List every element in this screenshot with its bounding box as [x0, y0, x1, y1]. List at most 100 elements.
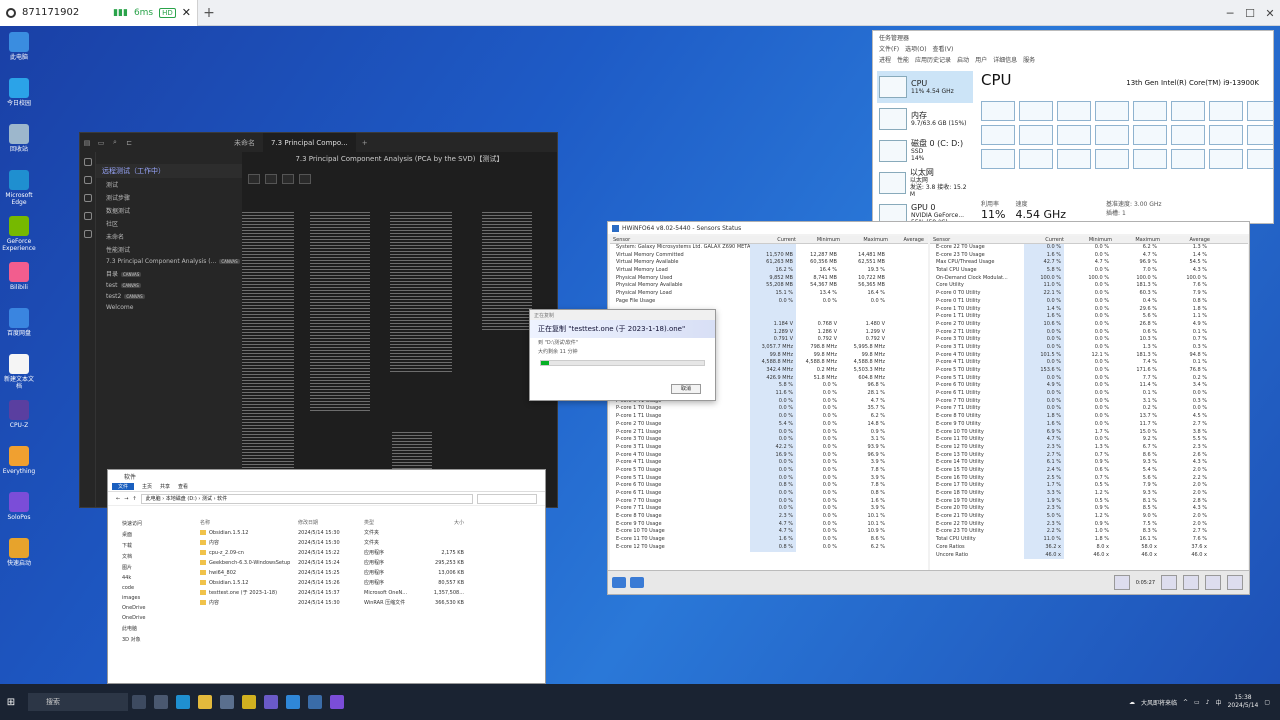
tab-untitled[interactable]: 未命名	[226, 133, 263, 152]
sensor-row[interactable]: Core Ratios 36.2 x 8.0 x 58.0 x 37.6 x	[930, 543, 1248, 552]
sensor-row[interactable]: P-core 6 T1 Utility 0.0 % 0.0 % 0.1 % 0.0 %	[930, 390, 1248, 398]
new-tab-icon[interactable]: +	[356, 139, 374, 147]
sensor-row[interactable]: E-core 10 T0 Usage 4.7 % 0.0 % 10.9 %	[610, 528, 928, 537]
files-icon[interactable]: ▭	[94, 139, 108, 147]
sensor-row[interactable]: E-core 11 T0 Usage 1.6 % 0.0 % 8.6 %	[610, 536, 928, 544]
bookmark-icon[interactable]: ⊏	[122, 139, 136, 147]
desktop-icon[interactable]: Microsoft Edge	[2, 170, 36, 206]
col-minimum[interactable]: Minimum	[796, 236, 840, 243]
resource-3[interactable]: 以太网 以太网 发送: 3.8 接收: 15.2 M	[877, 167, 973, 199]
palette-icon[interactable]	[265, 174, 277, 184]
file-row[interactable]: Obsidian.1.5.12 2024/5/14 15:26 应用程序 80,557…	[186, 578, 541, 588]
new-tab-button[interactable]: +	[198, 5, 220, 21]
tab-pca[interactable]: 7.3 Principal Compo...	[263, 133, 356, 152]
network-icon[interactable]	[1113, 575, 1130, 590]
menu-item[interactable]: 选项(O)	[905, 44, 926, 53]
media-icon[interactable]	[264, 695, 278, 709]
maximize-icon[interactable]: ☐	[1240, 7, 1260, 20]
sensor-pane-left[interactable]: Sensor Current Minimum Maximum Average Syste…	[610, 236, 928, 570]
desktop-icon[interactable]: Everything	[2, 446, 36, 475]
sensor-row[interactable]: P-core 2 T0 Usage 5.4 % 0.0 % 14.8 %	[610, 420, 928, 429]
trash-icon[interactable]	[248, 174, 260, 184]
col-type[interactable]: 类型	[364, 518, 422, 528]
hwinfo-icon[interactable]	[308, 695, 322, 709]
file-row[interactable]: 内容 2024/5/14 15:30 文件夹	[186, 538, 541, 548]
sensor-row[interactable]: P-core 0 T1 Utility 0.0 % 0.0 % 0.4 % 0.8 %	[930, 297, 1248, 306]
sensor-row[interactable]: On-Demand Clock Modulat... 100.0 % 100.0 %…	[930, 274, 1248, 283]
ribbon-tab[interactable]: 文件	[112, 483, 135, 490]
ribbon-tab[interactable]: 共享	[160, 483, 170, 490]
canvas-node[interactable]	[482, 212, 532, 332]
settings-icon[interactable]	[1183, 575, 1199, 590]
minimize-icon[interactable]: ─	[1220, 7, 1240, 20]
col-date[interactable]: 修改日期	[298, 518, 364, 528]
nav-item[interactable]: images	[108, 593, 182, 603]
edge-icon[interactable]	[176, 695, 190, 709]
sensor-row[interactable]: Virtual Memory Load 16.2 % 16.4 % 19.3 %	[610, 267, 928, 275]
sensor-row[interactable]: P-core 3 T1 Utility 0.0 % 0.0 % 1.3 % 0.3 %	[930, 343, 1248, 352]
sensor-row[interactable]: E-core 17 T0 Utility 1.7 % 0.5 % 7.9 % 2.0 %	[930, 482, 1248, 490]
sensor-row[interactable]: Physical Memory Used 9,852 MB 8,741 MB 10,7…	[610, 274, 928, 283]
nav-item[interactable]: 44k	[108, 573, 182, 583]
col-average[interactable]: Average	[888, 236, 924, 243]
tab-0[interactable]: 进程	[879, 55, 891, 64]
sensor-row[interactable]: E-core 20 T0 Utility 2.3 % 0.9 % 8.5 % 4.3 %	[930, 505, 1248, 514]
nav-item[interactable]: 此电脑	[108, 623, 182, 634]
expand-icon[interactable]	[612, 577, 626, 588]
tab-1[interactable]: 性能	[897, 55, 909, 64]
sensor-row[interactable]: P-core 6 T1 Usage 0.0 % 0.0 % 0.8 %	[610, 490, 928, 498]
sensor-row[interactable]: P-core 4 T0 Utility 101.5 % 12.1 % 181.3 % 9…	[930, 351, 1248, 360]
input-language[interactable]: 中	[1216, 698, 1222, 707]
close-tab-icon[interactable]: ✕	[182, 6, 191, 19]
sensor-row[interactable]: P-core 1 T1 Usage 0.0 % 0.0 % 6.2 %	[610, 413, 928, 421]
clock[interactable]: 15:38 2024/5/14	[1228, 694, 1259, 710]
notification-icon[interactable]: ▢	[1264, 699, 1270, 706]
sensor-row[interactable]: E-core 18 T0 Utility 3.3 % 1.2 % 9.3 % 2.0 %	[930, 490, 1248, 498]
edit-icon[interactable]	[299, 174, 311, 184]
sensor-row[interactable]: E-core 22 T0 Usage 0.0 % 0.0 % 6.2 % 1.3 %	[930, 244, 1248, 252]
sensor-row[interactable]: Uncore Ratio 46.0 x 46.0 x 46.0 x 46.0 x	[930, 551, 1248, 560]
volume-icon[interactable]: ♪	[1206, 699, 1210, 706]
sensor-row[interactable]: E-core 11 T0 Utility 4.7 % 0.0 % 9.2 % 5.5 %	[930, 436, 1248, 444]
resource-1[interactable]: 内存 9.7/63.6 GB (15%)	[877, 103, 973, 135]
desktop-icon[interactable]: 今日校园	[2, 78, 36, 107]
weather-icon[interactable]: ☁	[1129, 699, 1135, 706]
file-row[interactable]: testtest.one (于 2023-1-18) 2024/5/14 15:3…	[186, 588, 541, 598]
nav-item[interactable]: 下载	[108, 540, 182, 551]
desktop-icon[interactable]: SoloPos	[2, 492, 36, 521]
sensor-row[interactable]: P-core 3 T0 Utility 0.0 % 0.0 % 10.3 % 0.7 %	[930, 336, 1248, 344]
canvas-view[interactable]: 7.3 Principal Component Analysis (PCA by…	[242, 152, 557, 507]
sensor-row[interactable]: P-core 3 T0 Usage 0.0 % 0.0 % 3.1 %	[610, 436, 928, 444]
sensor-row[interactable]: E-core 15 T0 Utility 2.4 % 0.6 % 5.4 % 2.0 %	[930, 466, 1248, 475]
vault-name[interactable]: 远程测试（工作中）	[96, 164, 242, 178]
obsidian-icon[interactable]	[330, 695, 344, 709]
col-current[interactable]: Current	[1024, 236, 1064, 243]
sensor-row[interactable]: E-core 23 T0 Usage 1.6 % 0.0 % 4.7 % 1.4 %	[930, 251, 1248, 260]
sensor-row[interactable]: E-core 13 T0 Utility 2.7 % 0.7 % 8.6 % 2.6 %	[930, 451, 1248, 460]
desktop-icon[interactable]: CPU-Z	[2, 400, 36, 429]
sensor-row[interactable]: P-core 3 T1 Usage 42.2 % 0.0 % 93.9 %	[610, 443, 928, 452]
desktop-icon[interactable]: Bilibili	[2, 262, 36, 291]
sensor-pane-right[interactable]: Sensor Current Minimum Maximum Average E-cor…	[930, 236, 1248, 570]
ribbon-tab[interactable]: 查看	[178, 483, 188, 490]
back-icon[interactable]: ←	[116, 496, 120, 502]
canvas-node[interactable]	[310, 212, 370, 412]
tab-2[interactable]: 应用历史记录	[915, 55, 951, 64]
sensor-row[interactable]: E-core 8 T0 Usage 2.3 % 0.0 % 10.1 %	[610, 513, 928, 521]
file-tree-item[interactable]: 测试步骤	[96, 191, 242, 204]
sensor-row[interactable]: E-core 9 T0 Utility 1.6 % 0.0 % 11.7 % 2.7 %	[930, 420, 1248, 429]
sensor-row[interactable]: E-core 14 T0 Utility 6.1 % 0.9 % 9.3 % 4.3 %	[930, 459, 1248, 467]
clock-icon[interactable]	[1161, 575, 1177, 590]
sensor-row[interactable]: Virtual Memory Committed 11,570 MB 12,287 …	[610, 251, 928, 260]
file-tree-item[interactable]: Welcome	[96, 302, 242, 313]
sensor-row[interactable]: P-core 2 T0 Utility 10.6 % 0.0 % 26.8 % 4.9 …	[930, 320, 1248, 329]
sensor-row[interactable]: E-core 10 T0 Utility 6.9 % 1.7 % 15.0 % 3.8 …	[930, 428, 1248, 437]
col-minimum[interactable]: Minimum	[1064, 236, 1112, 243]
desktop-icon[interactable]: 回收站	[2, 124, 36, 153]
sensor-row[interactable]: P-core 6 T0 Utility 4.9 % 0.0 % 11.4 % 3.4 %	[930, 382, 1248, 391]
menu-item[interactable]: 文件(F)	[879, 44, 899, 53]
sensor-row[interactable]: System: Galaxy Microsystems Ltd. GALAX Z…	[610, 244, 928, 252]
tray-chevron-icon[interactable]: ^	[1183, 699, 1188, 706]
forward-icon[interactable]: →	[124, 496, 128, 502]
sensor-row[interactable]: Core Utility 11.0 % 0.0 % 181.3 % 7.6 %	[930, 282, 1248, 291]
